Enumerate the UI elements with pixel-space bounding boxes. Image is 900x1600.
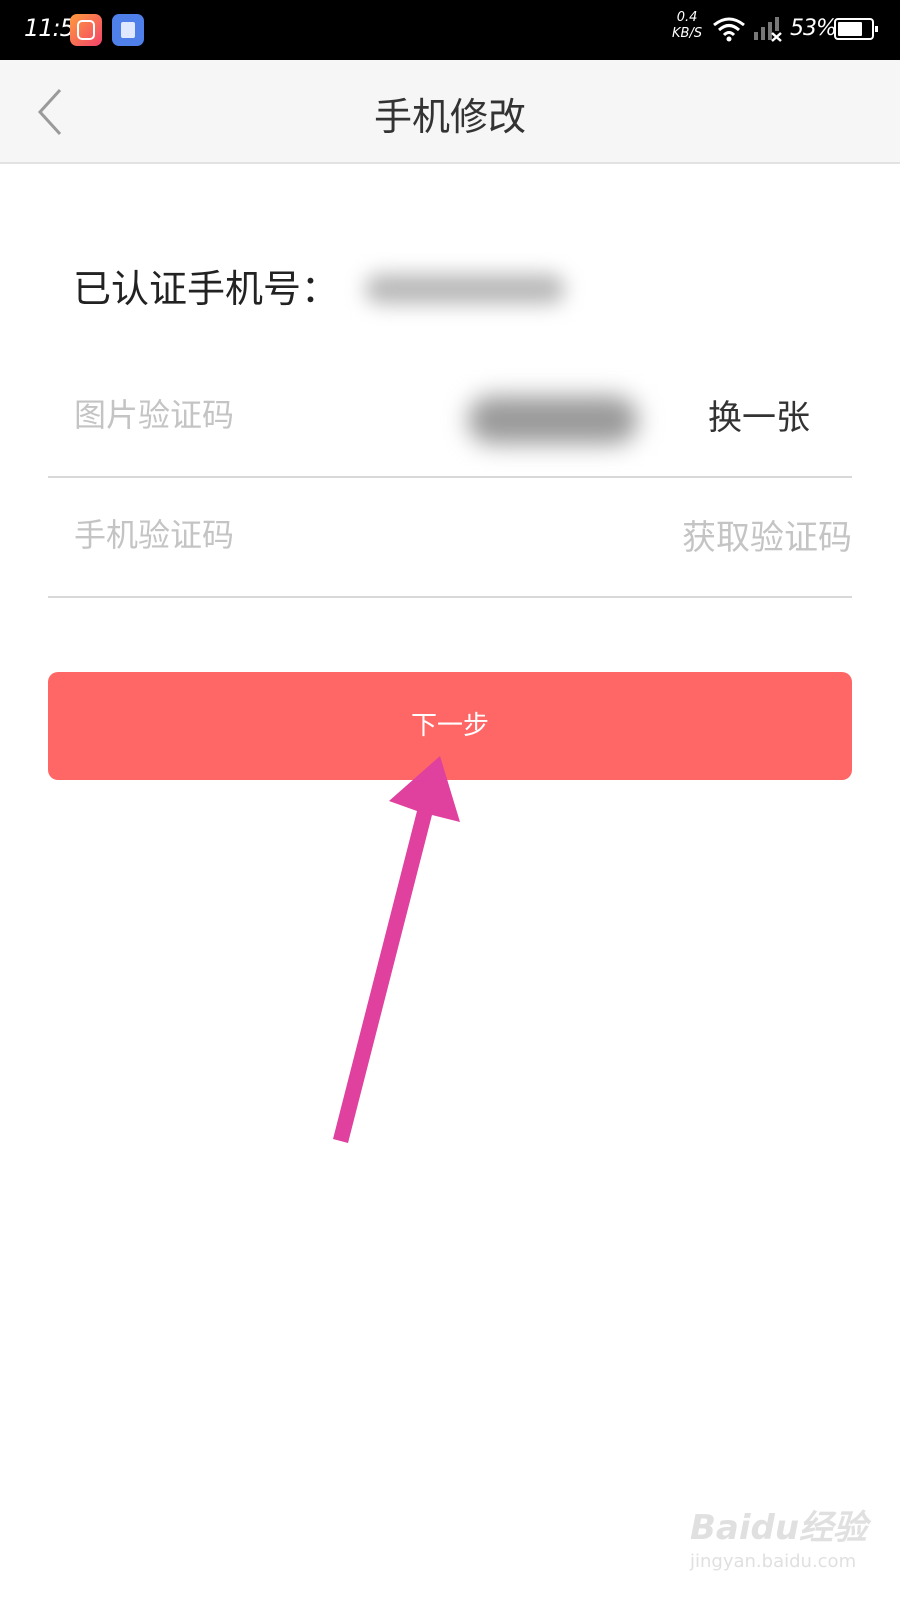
video-app-icon bbox=[70, 14, 102, 46]
status-bar: 11:57 0.4 KB/S 53% bbox=[0, 0, 900, 60]
network-speed-value: 0.4 bbox=[676, 10, 698, 25]
network-speed: 0.4 KB/S bbox=[672, 10, 702, 42]
next-step-button[interactable]: 下一步 bbox=[48, 672, 852, 780]
captcha-input[interactable] bbox=[72, 384, 416, 446]
captcha-row: 换一张 bbox=[48, 360, 852, 478]
network-speed-unit: KB/S bbox=[672, 26, 703, 41]
page-title: 手机修改 bbox=[373, 95, 526, 139]
battery-icon bbox=[834, 18, 878, 40]
watermark: Baidu经验 jingyan.baidu.com bbox=[690, 1500, 867, 1572]
captcha-image[interactable] bbox=[388, 368, 678, 472]
get-code-button[interactable]: 获取验证码 bbox=[682, 510, 852, 559]
wifi-icon bbox=[713, 17, 745, 42]
verified-phone-number-redacted bbox=[345, 252, 585, 326]
annotation-arrow-icon bbox=[333, 756, 460, 1143]
sms-code-row: 获取验证码 bbox=[48, 480, 852, 598]
watermark-url: jingyan.baidu.com bbox=[690, 1551, 857, 1572]
nav-bar: 手机修改 bbox=[0, 60, 900, 164]
signal-icon bbox=[754, 17, 782, 42]
shopping-bag-icon bbox=[112, 14, 144, 46]
watermark-brand: Baidu经验 bbox=[690, 1508, 868, 1548]
battery-percent: 53% bbox=[790, 16, 837, 41]
sms-code-input[interactable] bbox=[72, 504, 416, 566]
verified-phone-label: 已认证手机号： bbox=[73, 267, 340, 311]
refresh-captcha-button[interactable]: 换一张 bbox=[708, 390, 810, 439]
